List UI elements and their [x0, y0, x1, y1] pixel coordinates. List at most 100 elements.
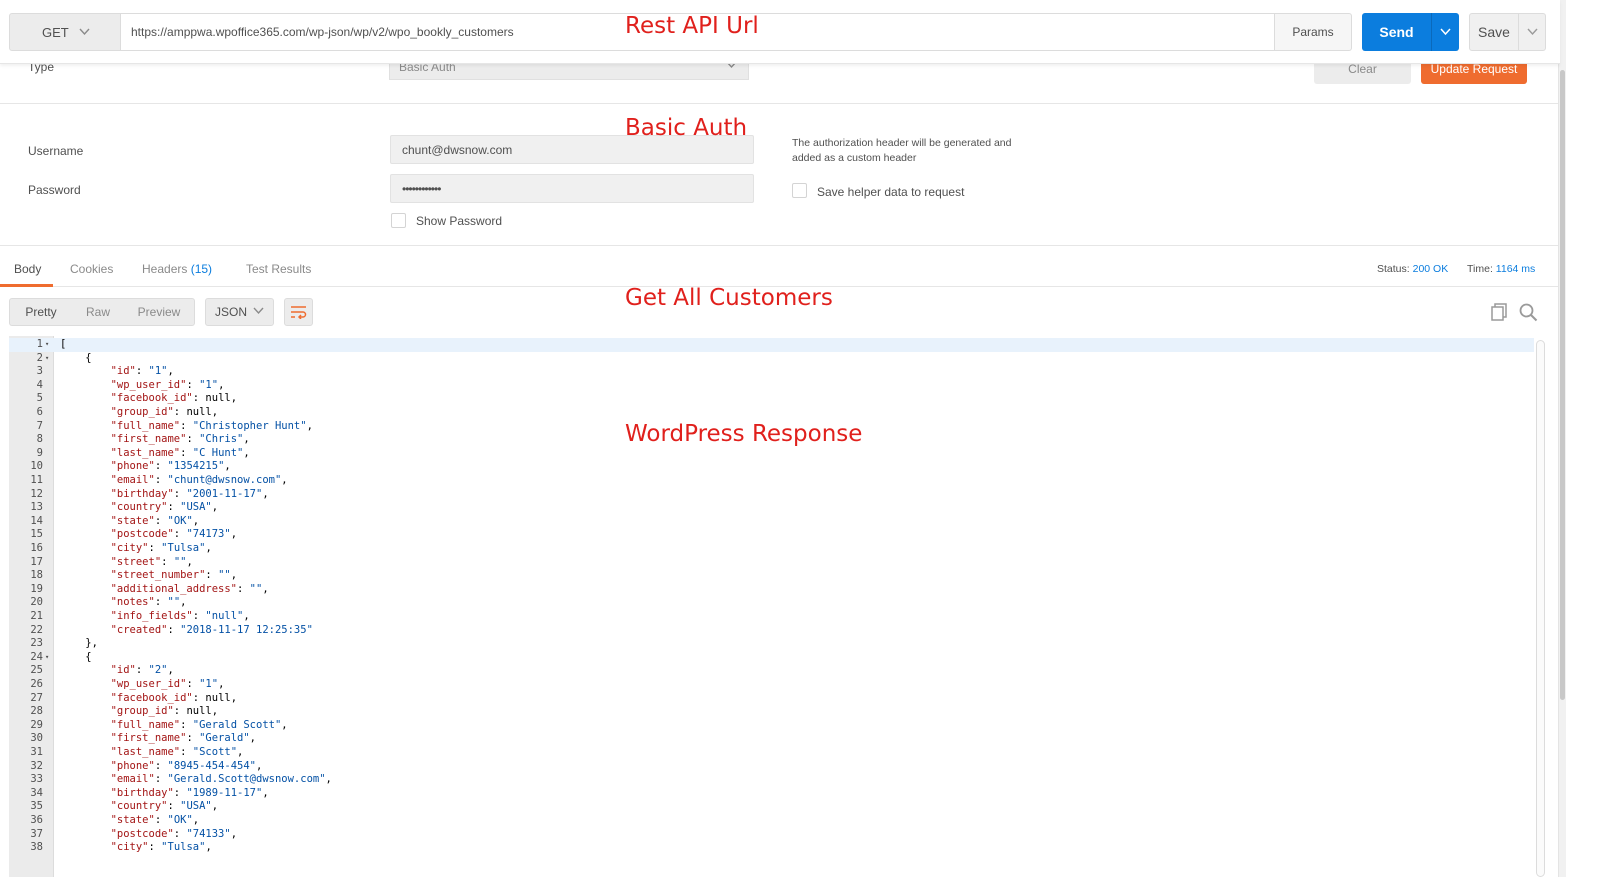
mode-pretty[interactable]: Pretty	[10, 299, 72, 325]
json-key: "birthday"	[110, 786, 174, 799]
response-body-viewer[interactable]: 1 ▾[2 ▾ {3 "id": "1", 4 "wp_user_id": "1", 5…	[9, 336, 1547, 877]
line-number: 18	[30, 569, 43, 582]
json-key: "first_name"	[110, 732, 187, 745]
save-options-button[interactable]	[1518, 13, 1546, 51]
username-label: Username	[28, 144, 84, 158]
method-label: GET	[42, 24, 69, 40]
method-select[interactable]: GET	[9, 13, 121, 51]
json-key: "phone"	[110, 460, 155, 473]
json-property: "additional_address": "",	[110, 582, 269, 595]
json-value: "Gerald Scott"	[192, 718, 282, 731]
json-key: "city"	[110, 542, 149, 554]
page-scrollbar[interactable]	[1558, 0, 1566, 877]
code-line: 25 "id": "2",	[9, 664, 1534, 678]
code-line: 13 "country": "USA",	[9, 501, 1534, 515]
search-icon[interactable]	[1518, 302, 1538, 322]
code-line: 4 "wp_user_id": "1",	[9, 379, 1534, 393]
line-number: 31	[30, 746, 43, 758]
format-select[interactable]: JSON	[205, 298, 274, 326]
params-button[interactable]: Params	[1274, 13, 1352, 51]
active-tab-indicator	[0, 284, 53, 287]
page-scrollbar-thumb[interactable]	[1560, 70, 1565, 700]
save-button[interactable]: Save	[1469, 13, 1519, 51]
json-key: "full_name"	[110, 718, 181, 731]
code-line: 2 ▾ {	[9, 352, 1534, 366]
json-key: "birthday"	[110, 487, 174, 500]
json-property: "first_name": "Gerald",	[110, 732, 256, 745]
tab-body[interactable]: Body	[14, 262, 41, 276]
code-scrollbar[interactable]	[1536, 340, 1545, 877]
code-line: 26 "wp_user_id": "1",	[9, 678, 1534, 692]
code-line: 29 "full_name": "Gerald Scott",	[9, 719, 1534, 733]
json-property: "phone": "8945-454-454",	[110, 759, 263, 772]
line-number: 27	[30, 691, 43, 704]
mode-raw[interactable]: Raw	[72, 299, 124, 325]
line-number: 17	[30, 555, 43, 568]
fold-toggle-icon[interactable]: ▾	[45, 352, 49, 366]
line-number: 32	[30, 759, 43, 772]
code-line: 23 },	[9, 637, 1534, 651]
chevron-down-icon	[79, 28, 90, 36]
json-value: "1"	[199, 378, 219, 391]
fold-toggle-icon[interactable]: ▾	[45, 338, 49, 352]
code-line: 31 "last_name": "Scott",	[9, 746, 1534, 760]
json-key: "wp_user_id"	[110, 378, 187, 391]
json-value: "74133"	[186, 827, 231, 840]
copy-icon[interactable]	[1489, 302, 1509, 322]
fold-toggle-icon[interactable]: ▾	[45, 651, 49, 665]
status-label: Status:	[1377, 263, 1410, 275]
show-password-label: Show Password	[416, 214, 503, 228]
json-value: "2001-11-17"	[186, 487, 263, 500]
json-property: "id": "1",	[110, 365, 174, 378]
json-property: "street": "",	[110, 555, 193, 568]
response-tabs: Body Cookies Headers (15) Test Results S…	[0, 247, 1560, 287]
json-value: ""	[167, 596, 181, 609]
json-key: "email"	[110, 773, 155, 786]
json-property: "first_name": "Chris",	[110, 433, 250, 446]
json-property: "postcode": "74173",	[110, 528, 238, 541]
line-number: 33	[30, 773, 43, 786]
show-password-checkbox[interactable]	[391, 213, 406, 228]
json-property: "last_name": "Scott",	[110, 746, 244, 758]
tab-headers[interactable]: Headers (15)	[142, 262, 212, 276]
json-value: null	[186, 406, 212, 418]
code-line: 17 "street": "",	[9, 556, 1534, 570]
code-line: 20 "notes": "",	[9, 596, 1534, 610]
line-number: 6	[36, 406, 43, 418]
line-number: 9	[36, 446, 43, 459]
json-property: "wp_user_id": "1",	[110, 378, 225, 391]
code-line: 33 "email": "Gerald.Scott@dwsnow.com",	[9, 773, 1534, 787]
json-property: "group_id": null,	[110, 705, 219, 718]
password-input[interactable]: ••••••••••••	[390, 174, 754, 203]
json-property: "id": "2",	[110, 664, 174, 677]
line-number: 26	[30, 678, 43, 690]
chevron-down-icon	[1526, 28, 1538, 36]
json-value: "Tulsa"	[161, 542, 206, 554]
tab-cookies[interactable]: Cookies	[70, 262, 113, 276]
send-options-button[interactable]	[1431, 13, 1459, 51]
line-number: 19	[30, 582, 43, 595]
json-property: "birthday": "2001-11-17",	[110, 487, 269, 500]
line-number: 20	[30, 596, 43, 609]
time-label: Time:	[1467, 263, 1493, 275]
code-line: 9 "last_name": "C Hunt",	[9, 447, 1534, 461]
line-number: 35	[30, 800, 43, 813]
json-key: "phone"	[110, 759, 155, 772]
json-value: "Gerald"	[199, 732, 250, 745]
json-key: "info_fields"	[110, 610, 193, 622]
annotation-wordpress-response: WordPress Response	[625, 421, 863, 447]
mode-preview[interactable]: Preview	[124, 299, 194, 325]
tab-test-results[interactable]: Test Results	[246, 262, 311, 276]
save-helper-checkbox[interactable]	[792, 183, 807, 198]
line-number: 16	[30, 542, 43, 554]
json-key: "id"	[110, 664, 136, 677]
json-value: "1"	[148, 365, 168, 378]
url-text: https://amppwa.wpoffice365.com/wp-json/w…	[131, 25, 514, 39]
code-line: 5 "facebook_id": null,	[9, 392, 1534, 406]
code-line: 36 "state": "OK",	[9, 814, 1534, 828]
wrap-lines-button[interactable]	[284, 298, 313, 326]
line-number: 8	[36, 433, 43, 446]
send-button[interactable]: Send	[1362, 13, 1431, 51]
password-label: Password	[28, 183, 81, 197]
line-number: 36	[30, 814, 43, 826]
